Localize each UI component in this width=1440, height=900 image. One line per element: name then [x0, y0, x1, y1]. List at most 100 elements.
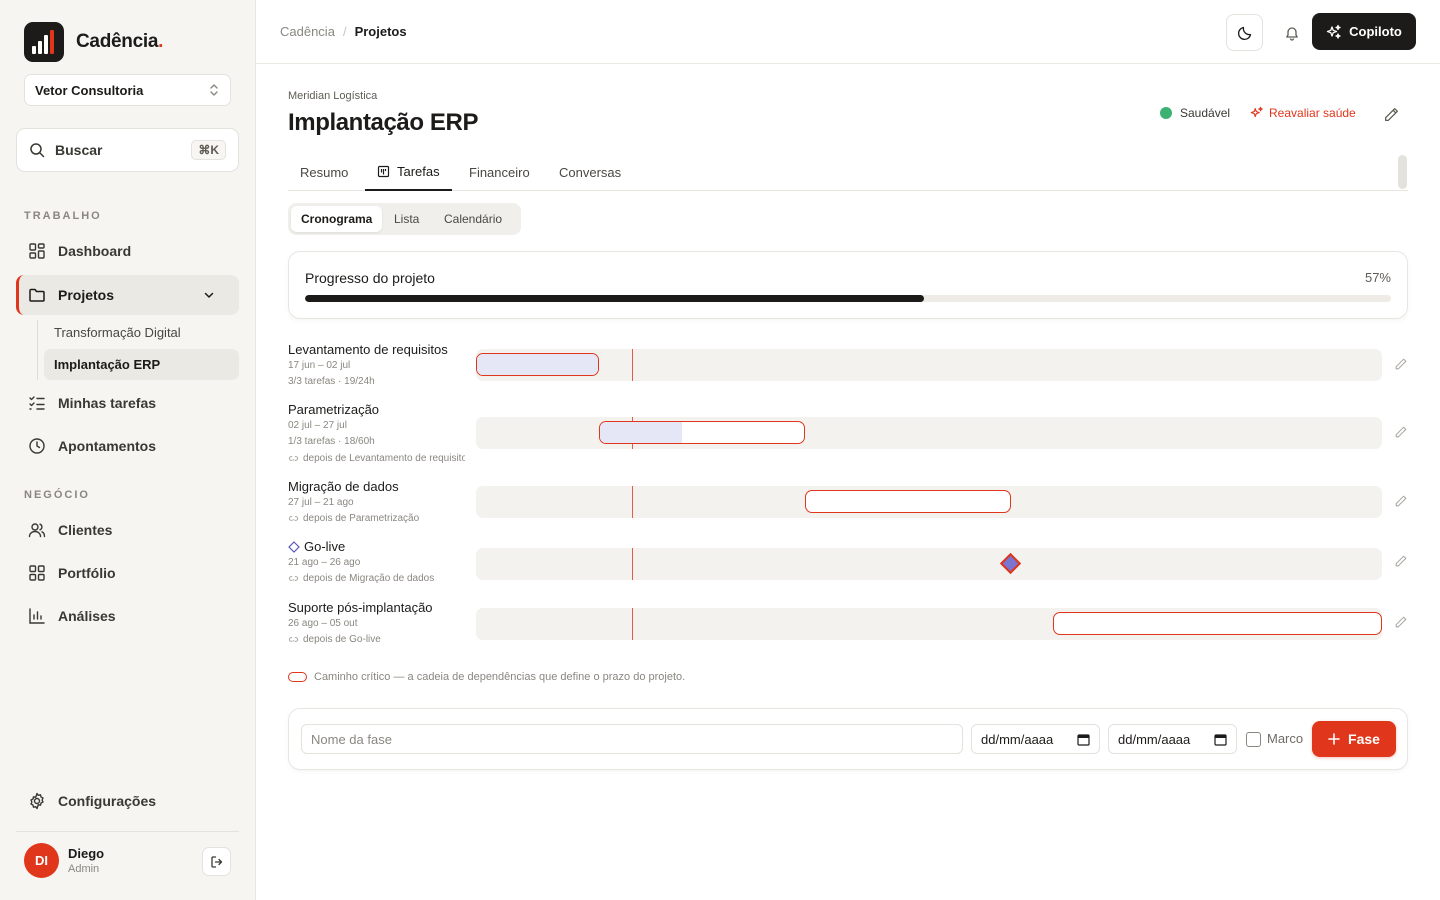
pencil-icon	[1394, 554, 1408, 568]
phase-bar[interactable]	[476, 353, 599, 376]
project-client[interactable]: Meridian Logística	[288, 90, 377, 102]
nav-portfolio[interactable]: Portfólio	[16, 553, 239, 593]
theme-toggle-button[interactable]	[1226, 14, 1263, 51]
phase-dependency-label: depois de Parametrização	[303, 513, 420, 524]
view-calendar[interactable]: Calendário	[434, 206, 512, 232]
critical-path-legend: Caminho crítico — a cadeia de dependênci…	[288, 671, 685, 683]
phase-dates: 21 ago – 26 ago	[288, 557, 361, 568]
phase-name[interactable]: Levantamento de requisitos	[288, 342, 448, 357]
today-line	[632, 608, 633, 640]
phase-bar-progress	[477, 354, 598, 375]
clock-icon	[28, 437, 58, 455]
tab-conversations[interactable]: Conversas	[547, 154, 633, 191]
view-list[interactable]: Lista	[384, 206, 429, 232]
today-line	[632, 349, 633, 381]
copilot-button[interactable]: Copiloto	[1312, 13, 1416, 50]
edit-phase-button[interactable]	[1394, 494, 1408, 508]
edit-phase-button[interactable]	[1394, 615, 1408, 629]
nav-dashboard[interactable]: Dashboard	[16, 231, 239, 271]
phase-name[interactable]: Suporte pós-implantação	[288, 600, 433, 615]
sparkles-icon	[1250, 106, 1264, 120]
phase-name[interactable]: Migração de dados	[288, 479, 399, 494]
bar-chart-icon	[28, 607, 58, 625]
view-timeline[interactable]: Cronograma	[291, 206, 383, 232]
edit-phase-button[interactable]	[1394, 357, 1408, 371]
nav-my-tasks[interactable]: Minhas tarefas	[16, 383, 239, 423]
progress-label: Progresso do projeto	[305, 270, 435, 286]
reassess-health-button[interactable]: Reavaliar saúde	[1250, 106, 1356, 120]
notifications-button[interactable]	[1273, 14, 1310, 51]
phase-bar[interactable]	[599, 421, 805, 444]
phase-dependency: depois de Parametrização	[288, 513, 465, 524]
reassess-label: Reavaliar saúde	[1269, 106, 1356, 120]
start-date-input[interactable]: dd/mm/aaaa	[971, 724, 1100, 754]
phase-dependency-label: depois de Migração de dados	[303, 573, 435, 584]
tabs-scrollbar[interactable]	[1398, 155, 1407, 189]
logout-button[interactable]	[202, 847, 231, 876]
calendar-icon	[1077, 733, 1090, 746]
phase-bar-progress	[600, 422, 682, 443]
tab-tasks[interactable]: Tarefas	[365, 154, 452, 191]
breadcrumb-separator: /	[342, 24, 347, 39]
nav-timesheets[interactable]: Apontamentos	[16, 426, 239, 466]
topbar: Cadência / Projetos Copiloto	[256, 0, 1440, 64]
project-tabs: Resumo Tarefas Financeiro Conversas	[288, 154, 1408, 191]
breadcrumb-current[interactable]: Projetos	[355, 24, 407, 39]
phase-row: Migração de dados 27 jul – 21 ago depois…	[288, 477, 1408, 533]
phase-name-input[interactable]	[301, 724, 963, 754]
edit-phase-button[interactable]	[1394, 425, 1408, 439]
nav-clients[interactable]: Clientes	[16, 510, 239, 550]
phase-bar[interactable]	[1053, 612, 1382, 635]
phase-track	[476, 608, 1382, 640]
sidebar-item-project[interactable]: Transformação Digital	[44, 317, 239, 348]
milestone-checkbox[interactable]	[1246, 732, 1261, 747]
nav-settings[interactable]: Configurações	[16, 781, 239, 821]
phase-row: Go-live 21 ago – 26 ago depois de Migraç…	[288, 537, 1408, 593]
phase-bar[interactable]	[805, 490, 1011, 513]
search-button[interactable]: Buscar ⌘K	[16, 128, 239, 172]
folder-icon	[28, 286, 58, 304]
edit-phase-button[interactable]	[1394, 554, 1408, 568]
sidebar-item-project-active[interactable]: Implantação ERP	[44, 349, 239, 380]
link-icon	[288, 513, 299, 524]
checklist-icon	[28, 394, 58, 412]
user-role: Admin	[68, 863, 100, 875]
health-status: Saudável	[1160, 106, 1230, 120]
avatar[interactable]: DI	[24, 843, 59, 878]
phase-stats: 1/3 tarefas · 18/60h	[288, 436, 375, 447]
phase-track	[476, 486, 1382, 518]
phase-name[interactable]: Parametrização	[288, 402, 379, 417]
nav-projects[interactable]: Projetos	[16, 275, 239, 315]
phase-dates: 02 jul – 27 jul	[288, 420, 347, 431]
brand-dot: .	[158, 31, 164, 52]
milestone-checkbox-label: Marco	[1267, 731, 1304, 746]
phase-name[interactable]: Go-live	[288, 539, 345, 554]
sidebar: Cadência. Vetor Consultoria Buscar ⌘K TR…	[0, 0, 256, 900]
org-select[interactable]: Vetor Consultoria	[24, 74, 231, 106]
link-icon	[288, 573, 299, 584]
nav-analytics[interactable]: Análises	[16, 596, 239, 636]
plus-icon	[1328, 733, 1340, 745]
sparkles-icon	[1326, 24, 1342, 40]
breadcrumb-root[interactable]: Cadência	[280, 24, 335, 39]
end-date-input[interactable]: dd/mm/aaaa	[1108, 724, 1237, 754]
phase-stats: 3/3 tarefas · 19/24h	[288, 376, 375, 387]
brand-logo-icon[interactable]	[24, 22, 64, 62]
search-label: Buscar	[55, 142, 103, 158]
add-phase-button[interactable]: Fase	[1312, 721, 1396, 757]
view-switcher: Cronograma Lista Calendário	[288, 203, 521, 235]
breadcrumb: Cadência / Projetos	[280, 24, 407, 39]
phase-name-label: Go-live	[304, 539, 346, 554]
health-label: Saudável	[1180, 106, 1231, 120]
progress-bar-fill	[305, 295, 925, 302]
milestone-marker[interactable]	[999, 552, 1022, 575]
nav-portfolio-label: Portfólio	[58, 565, 116, 581]
tab-finance[interactable]: Financeiro	[457, 154, 542, 191]
edit-project-button[interactable]	[1383, 106, 1400, 123]
phase-row: Suporte pós-implantação 26 ago – 05 out …	[288, 598, 1408, 654]
tab-summary[interactable]: Resumo	[288, 154, 360, 191]
pencil-icon	[1383, 106, 1400, 123]
pencil-icon	[1394, 357, 1408, 371]
tab-tasks-label: Tarefas	[397, 164, 440, 179]
phase-dependency: depois de Levantamento de requisitos	[288, 453, 465, 464]
